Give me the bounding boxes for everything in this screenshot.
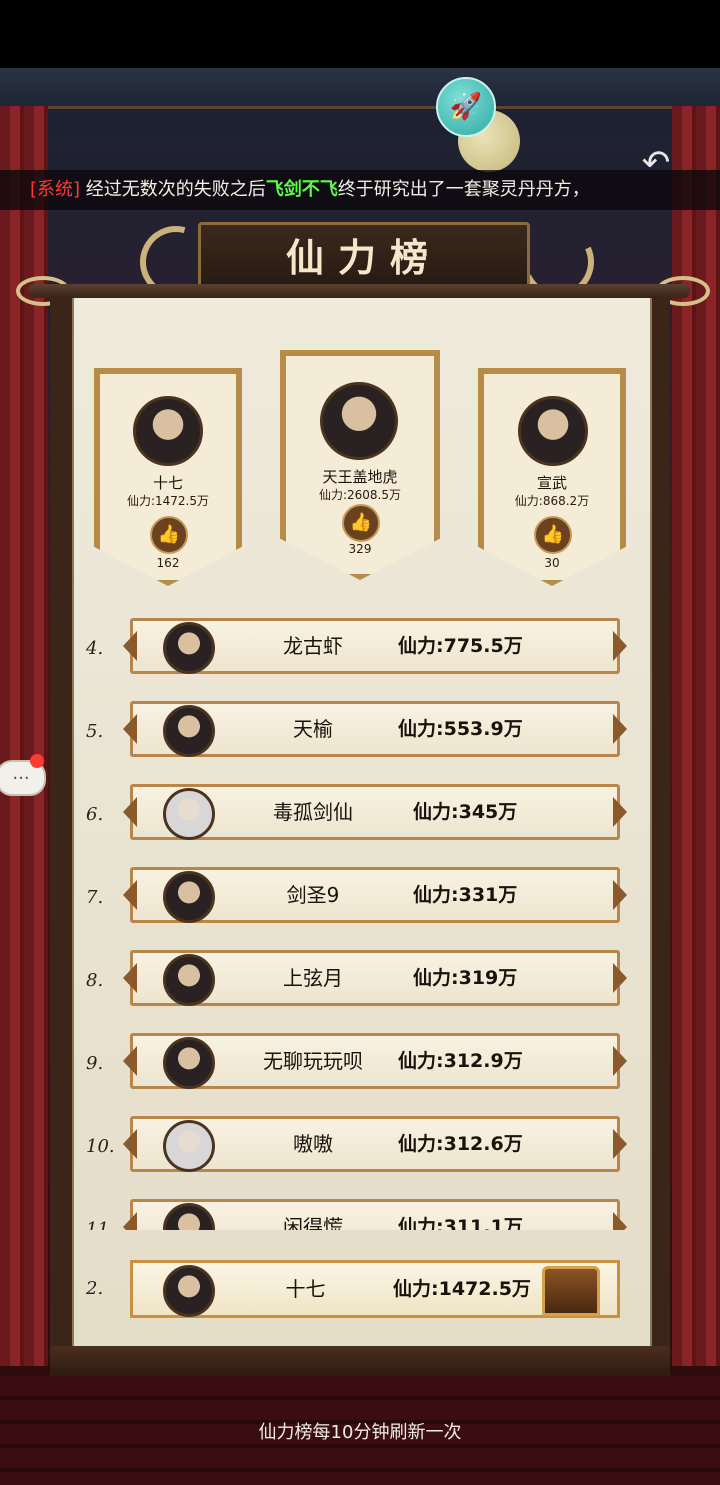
- banner-power: 仙力:868.2万: [514, 494, 590, 508]
- rank-number: 7.: [86, 887, 104, 908]
- player-power: 仙力:319万: [413, 967, 518, 989]
- player-power: 仙力:345万: [413, 801, 518, 823]
- banner-name: 宣武: [536, 474, 567, 492]
- player-name: 毒孤剑仙: [273, 800, 353, 824]
- player-power: 仙力:775.5万: [398, 635, 523, 657]
- banner-power: 仙力:1472.5万: [126, 494, 210, 508]
- rank-number: 9.: [86, 1053, 104, 1074]
- system-message-pre: 经过无数次的失败之后: [80, 179, 266, 200]
- rank-number: 4.: [86, 638, 104, 659]
- top-banner-rank-2[interactable]: 十七 仙力:1472.5万 👍 162: [94, 368, 242, 586]
- avatar: [320, 382, 398, 460]
- banner-power: 仙力:2608.5万: [318, 488, 402, 502]
- my-name: 十七: [285, 1277, 326, 1301]
- chat-dots: ...: [12, 763, 30, 784]
- table-row[interactable]: 嗷嗷 仙力:312.6万: [130, 1116, 620, 1172]
- banner-likes: 329: [348, 542, 372, 556]
- player-power: 仙力:312.9万: [398, 1050, 523, 1072]
- roof-beam: [0, 68, 720, 109]
- player-power: 仙力:553.9万: [398, 718, 523, 740]
- banner-likes: 162: [156, 556, 180, 570]
- rank-number: 11.: [86, 1219, 115, 1230]
- banner-name: 十七: [152, 474, 183, 492]
- notification-dot: [30, 754, 44, 768]
- table-row[interactable]: 剑圣9 仙力:331万: [130, 867, 620, 923]
- avatar: [163, 705, 215, 757]
- rank-number: 10.: [86, 1136, 115, 1157]
- avatar: [163, 1120, 215, 1172]
- banner-likes: 30: [544, 556, 560, 570]
- avatar: [163, 871, 215, 923]
- player-power: 仙力:331万: [413, 884, 518, 906]
- banner-name: 天王盖地虎: [322, 468, 398, 486]
- avatar: [163, 1203, 215, 1230]
- avatar: [133, 396, 203, 466]
- table-row[interactable]: 无聊玩玩呗 仙力:312.9万: [130, 1033, 620, 1089]
- system-message-post: 终于研究出了一套聚灵丹丹方，: [337, 179, 590, 200]
- scroll-rod: [28, 284, 690, 298]
- table-row[interactable]: 上弦月 仙力:319万: [130, 950, 620, 1006]
- table-row[interactable]: 天榆 仙力:553.9万: [130, 701, 620, 757]
- player-name: 无聊玩玩呗: [263, 1049, 363, 1073]
- rocket-icon[interactable]: 🚀: [436, 77, 496, 137]
- avatar: [163, 1265, 215, 1317]
- avatar: [163, 622, 215, 674]
- top-banner-rank-1[interactable]: 天王盖地虎 仙力:2608.5万 👍 329: [280, 350, 440, 580]
- system-message-bar: [系统] 经过无数次的失败之后飞剑不飞终于研究出了一套聚灵丹丹方，: [0, 170, 720, 210]
- player-name: 上弦月: [283, 966, 343, 990]
- table-row[interactable]: 毒孤剑仙 仙力:345万: [130, 784, 620, 840]
- avatar: [163, 788, 215, 840]
- pole-left: [50, 296, 72, 1376]
- player-name: 剑圣9: [286, 883, 340, 907]
- scroll-bottom-rod: [50, 1346, 670, 1376]
- my-power: 仙力:1472.5万: [393, 1278, 531, 1300]
- top-banner-rank-3[interactable]: 宣武 仙力:868.2万 👍 30: [478, 368, 626, 586]
- thumbs-up-icon[interactable]: 👍: [150, 516, 188, 554]
- system-tag: [系统]: [30, 179, 81, 200]
- status-bar-area: [0, 0, 720, 68]
- thumbs-up-icon[interactable]: 👍: [342, 504, 380, 542]
- ranking-list[interactable]: 4. 龙古虾 仙力:775.5万 5. 天榆 仙力:553.9万 6. 毒孤剑仙…: [72, 600, 648, 1230]
- player-name: 嗷嗷: [293, 1132, 333, 1156]
- system-message-player[interactable]: 飞剑不飞: [266, 179, 338, 200]
- refresh-note: 仙力榜每10分钟刷新一次: [258, 1422, 462, 1443]
- table-row[interactable]: 龙古虾 仙力:775.5万: [130, 618, 620, 674]
- player-name: 龙古虾: [283, 634, 343, 658]
- player-power: 仙力:312.6万: [398, 1133, 523, 1155]
- player-name: 闲得慌: [283, 1215, 343, 1230]
- rank-number: 5.: [86, 721, 104, 742]
- player-name: 天榆: [293, 717, 333, 741]
- table-row[interactable]: 闲得慌 仙力:311.1万: [130, 1199, 620, 1230]
- rank-number: 6.: [86, 804, 104, 825]
- thumbs-up-icon[interactable]: 👍: [534, 516, 572, 554]
- treasure-chest-icon[interactable]: [542, 1266, 600, 1316]
- avatar: [163, 1037, 215, 1089]
- rank-number: 8.: [86, 970, 104, 991]
- player-power: 仙力:311.1万: [398, 1216, 523, 1230]
- avatar: [163, 954, 215, 1006]
- avatar: [518, 396, 588, 466]
- my-rank-number: 2.: [86, 1278, 104, 1299]
